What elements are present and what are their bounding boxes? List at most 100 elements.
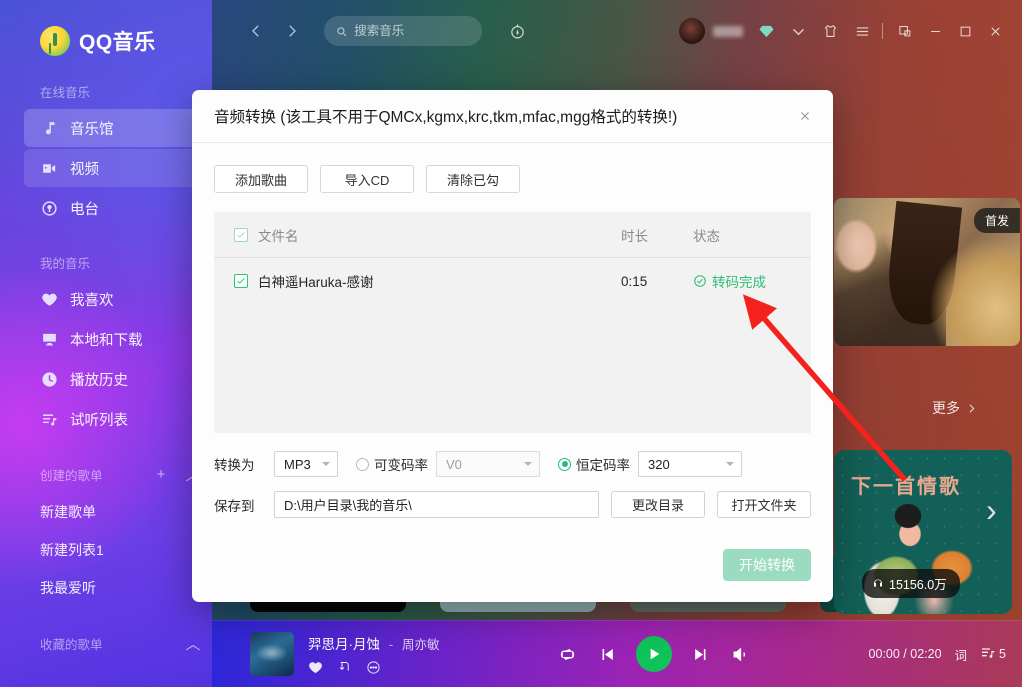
toolbar-divider [882,23,883,39]
title-separator: - [388,637,394,652]
playlist-queue-button[interactable]: 5 [980,645,1006,664]
search-input[interactable] [354,24,470,38]
sidebar-section-online: 在线音乐 [0,82,212,101]
video-icon [40,159,58,177]
sidebar-item-video[interactable]: 视频 [24,149,199,187]
search-box[interactable] [324,16,482,46]
select-all-checkbox[interactable] [234,227,248,242]
sidebar-item-label: 我喜欢 [70,292,114,309]
playlist-icon [980,645,996,664]
ellipsis-icon[interactable] [366,660,381,675]
music-note-icon [40,119,58,137]
status-badge: 首发 [973,208,1020,233]
sidebar-item-label: 电台 [70,201,99,218]
app-name: QQ音乐 [79,31,156,54]
user-nickname [713,25,743,37]
queue-count: 5 [999,647,1006,661]
close-icon[interactable] [980,16,1010,46]
hamburger-icon[interactable] [849,18,875,44]
sidebar-section-mine: 我的音乐 [0,253,212,272]
save-path-row: 保存到 更改目录 打开文件夹 [214,491,811,518]
cbr-bitrate-select[interactable]: 320 [638,451,742,477]
chevron-right-icon[interactable] [278,17,306,45]
check-circle-icon [693,274,707,288]
cbr-value: 320 [648,456,670,472]
chevron-down-icon[interactable] [785,18,811,44]
sidebar-item-music-hall[interactable]: 音乐馆 [24,109,199,147]
minimize-icon[interactable] [920,16,950,46]
search-icon [336,25,347,38]
repeat-icon[interactable] [558,645,577,664]
import-cd-button[interactable]: 导入CD [320,165,414,193]
add-playlist-icon[interactable]: + [148,466,174,483]
heart-icon[interactable] [308,660,323,675]
open-folder-button[interactable]: 打开文件夹 [717,491,811,518]
now-playing-actions [308,660,440,675]
next-love-song-card[interactable]: 下一首情歌 15156.0万 [834,450,1012,614]
lyrics-toggle[interactable]: 词 [955,645,968,664]
sidebar-item-trial-list[interactable]: 试听列表 [24,400,199,438]
volume-icon[interactable] [731,645,750,664]
playback-controls [440,636,869,672]
sidebar-item-radio[interactable]: 电台 [24,189,199,227]
section-label: 创建的歌单 [40,469,103,483]
mini-window-icon[interactable] [890,16,920,46]
song-artist[interactable]: 周亦敏 [402,638,440,652]
now-playing-title-row: 羿思月·月蚀 - 周亦敏 [308,633,440,653]
now-playing-cover[interactable] [250,632,294,676]
cbr-radio-option[interactable]: 恒定码率 [558,454,630,474]
format-select[interactable]: MP3 [274,451,338,477]
chevron-left-icon[interactable] [242,17,270,45]
monitor-icon [40,330,58,348]
collapse-collected-icon[interactable]: ︿ [180,633,206,654]
sidebar-item-label: 播放历史 [70,372,128,389]
file-name: 白神遥Haruka-感谢 [258,275,374,290]
qq-music-window: QQ音乐 在线音乐 音乐馆 视频 电台 我的音乐 我喜欢 本地和下载 播放历史 … [0,0,1022,687]
column-header-name: 文件名 [258,228,299,244]
compass-icon[interactable] [504,18,530,44]
add-songs-button[interactable]: 添加歌曲 [214,165,308,193]
download-icon[interactable] [337,660,352,675]
diamond-icon[interactable] [753,18,779,44]
close-icon[interactable] [791,102,819,130]
sidebar-item-favorites[interactable]: 我喜欢 [24,280,199,318]
sidebar-section-collected-playlists: 收藏的歌单 ︿ [0,633,212,654]
next-icon[interactable] [692,645,711,664]
sidebar-item-history[interactable]: 播放历史 [24,360,199,398]
sidebar-item-label: 试听列表 [70,412,128,429]
play-icon[interactable] [636,636,673,672]
card-title: 下一首情歌 [851,476,961,498]
playlist-item-new[interactable]: 新建歌单 [0,493,212,531]
start-conversion-button[interactable]: 开始转换 [723,549,811,581]
playlist-item-favorite-listen[interactable]: 我最爱听 [0,569,212,607]
cbr-radio[interactable] [558,457,571,471]
headphone-icon [874,579,882,586]
row-checkbox[interactable] [234,274,248,288]
chevron-down-icon [322,462,330,466]
vbr-radio-option[interactable]: 可变码率 [356,454,428,474]
dialog-toolbar: 添加歌曲 导入CD 清除已勾 [214,165,811,193]
sidebar-item-local-downloads[interactable]: 本地和下载 [24,320,199,358]
chevron-right-icon [969,403,975,413]
song-title[interactable]: 羿思月·月蚀 [308,637,380,652]
table-row[interactable]: 白神遥Haruka-感谢 0:15 转码完成 [214,258,811,304]
vbr-radio[interactable] [356,457,369,471]
clear-checked-button[interactable]: 清除已勾 [426,165,520,193]
file-list-panel: 文件名 时长 状态 白神遥Haruka-感谢 0:15 转码完成 [214,212,811,433]
first-release-card[interactable]: 首发 [834,198,1020,346]
carousel-next-icon[interactable]: › [986,492,997,529]
previous-icon[interactable] [597,645,616,664]
change-directory-button[interactable]: 更改目录 [611,491,705,518]
vbr-label: 可变码率 [374,458,428,473]
avatar[interactable] [679,18,705,44]
save-path-input[interactable] [274,491,599,518]
more-link[interactable]: 更多 [932,398,978,418]
column-header-status: 状态 [693,228,720,244]
shirt-icon[interactable] [817,18,843,44]
sidebar: QQ音乐 在线音乐 音乐馆 视频 电台 我的音乐 我喜欢 本地和下载 播放历史 … [0,0,212,687]
more-label: 更多 [932,400,960,416]
format-value: MP3 [284,456,311,472]
maximize-icon[interactable] [950,16,980,46]
vbr-quality-select[interactable]: V0 [436,451,540,477]
playlist-item-new-list-1[interactable]: 新建列表1 [0,531,212,569]
